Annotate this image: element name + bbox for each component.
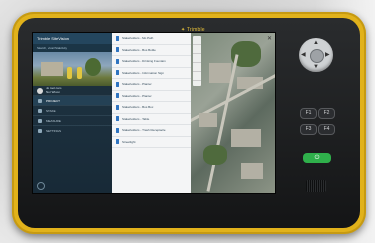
f2-key[interactable]: F2 [318, 108, 335, 119]
list-item[interactable]: Stakeholders - Planter [112, 91, 191, 102]
dpad-select-button[interactable] [310, 49, 324, 63]
list-item[interactable]: Stakeholders - Drinking Fountain [112, 56, 191, 68]
f1-key[interactable]: F1 [300, 108, 317, 119]
file-icon [116, 93, 119, 99]
menu-item-settings[interactable]: SETTINGS [33, 125, 112, 135]
measure-icon [38, 118, 42, 123]
list-item[interactable]: Stakeholders - Bus Box [112, 102, 191, 114]
file-icon [116, 70, 119, 76]
stake-icon [38, 108, 42, 113]
list-item[interactable]: Stakeholders - Planter [112, 79, 191, 91]
tablet-screen: Trimble SiteVision Sketch, vixar/Staktiv… [32, 32, 276, 194]
speaker-grille [306, 180, 326, 192]
power-button[interactable]: ⏻ [303, 153, 331, 163]
list-item[interactable]: Stakeholders - Trash Receptacle [112, 125, 191, 137]
user-detail: Nor Wixon [46, 89, 61, 94]
arrow-down-icon[interactable]: ▼ [313, 64, 319, 70]
f3-key[interactable]: F3 [300, 124, 317, 135]
gear-icon [38, 128, 42, 133]
help-icon[interactable] [37, 182, 45, 190]
file-icon [116, 58, 119, 64]
avatar [37, 87, 43, 94]
app-header: Trimble SiteVision [33, 33, 112, 44]
app-title: Trimble SiteVision [37, 36, 70, 41]
arrow-left-icon[interactable]: ◀ [301, 52, 306, 58]
list-item[interactable]: Stakeholders - Information Sign [112, 68, 191, 79]
zoom-in-icon[interactable] [193, 63, 201, 72]
pencil-icon[interactable] [193, 36, 201, 45]
layers-icon[interactable] [193, 45, 201, 54]
dpad-icon[interactable]: ▲ ▼ ◀ ▶ [299, 38, 333, 72]
file-icon [116, 116, 119, 122]
menu-item-measure[interactable]: MEASURE [33, 115, 112, 125]
list-item[interactable]: Stakeholders - Mo Path [112, 33, 191, 45]
file-icon [116, 139, 119, 145]
folder-icon [38, 98, 42, 103]
close-icon[interactable]: ✕ [267, 35, 272, 42]
list-item[interactable]: Streetlight [112, 137, 191, 148]
file-icon [116, 81, 119, 87]
file-icon [116, 35, 119, 41]
user-profile[interactable]: Jo tool cam Nor Wixon [33, 86, 112, 95]
list-item[interactable]: Stakeholders - Bus Bottle [112, 45, 191, 56]
menu-item-stake[interactable]: STAKE [33, 105, 112, 115]
file-icon [116, 104, 119, 110]
arrow-up-icon[interactable]: ▲ [313, 40, 319, 46]
locate-icon[interactable] [193, 54, 201, 63]
site-photo [33, 52, 112, 86]
file-icon [116, 47, 119, 53]
object-list: Stakeholders - Mo Path Stakeholders - Bu… [112, 33, 191, 193]
app-subtitle: Sketch, vixar/Staktivity [33, 44, 112, 52]
menu-item-project[interactable]: PROJECT [33, 95, 112, 105]
arrow-right-icon[interactable]: ▶ [325, 52, 330, 58]
zoom-out-icon[interactable] [193, 72, 201, 81]
f4-key[interactable]: F4 [318, 124, 335, 135]
list-item[interactable]: Stakeholders - Table [112, 114, 191, 125]
side-navigation: Trimble SiteVision Sketch, vixar/Staktiv… [33, 33, 112, 193]
satellite-map[interactable]: ✕ [191, 33, 275, 193]
file-icon [116, 127, 119, 133]
map-toolbar [193, 36, 201, 86]
power-icon: ⏻ [314, 155, 320, 161]
